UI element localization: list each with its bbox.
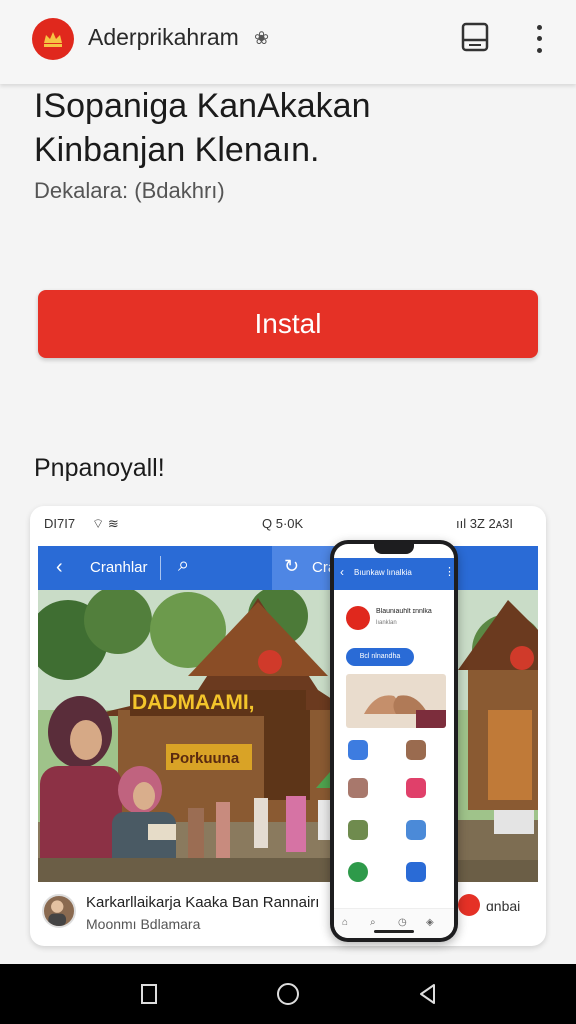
device-icon[interactable] [458,20,492,56]
phone-grid-icon-8 [406,862,426,882]
phone-notch [374,544,414,554]
crown-icon [44,32,62,47]
phone-more-icon: ⋮ [444,566,454,578]
system-nav-bar [0,964,576,1024]
phone-home-indicator [374,930,414,933]
screenshot-nav-label[interactable]: Cranhlar [90,559,148,576]
phone-back-icon: ‹ [340,565,344,579]
phone-app-logo [346,606,370,630]
screenshot-nav-bar: ‹ Cranhlar ⌕ ↻ Crac [38,546,538,590]
search-icon[interactable]: ⌕ [178,554,189,577]
phone-grid-icon-6 [406,820,426,840]
phone-grid-icon-7 [348,862,368,882]
phone-nav-bar: ‹ Bıunkaw lınalkia ⋮ [334,558,454,590]
paw-icon: ❀ [254,28,270,48]
scene-sign-sub: Porkuuna [170,750,240,767]
more-options-icon[interactable] [528,22,550,56]
phone-app-sub: lıanklan [376,620,397,626]
screenshot-card[interactable]: DI7I7 ⌔ ≋ Q 5·0K ııl 3Z 2ᴀ3I ‹ Cranhlar … [30,506,546,946]
phone-home-icon: ⌂ [342,917,349,928]
refresh-icon: ↻ [284,556,300,576]
caption-title: Karkarllaikarja Kaaka Ban Rannairı [86,894,320,911]
status-left: DI7I7 [44,516,76,531]
phone-grid-icon-5 [348,820,368,840]
phone-grid-icon-1 [348,740,368,760]
back-nav-icon[interactable] [414,980,442,1008]
developer-label: Dekalara: (Bdakhrı) [34,178,225,203]
status-mid: Q 5·0K [262,516,304,531]
phone-search-icon: ⌕ [370,917,376,928]
phone-grid-icon-4 [406,778,426,798]
phone-mockup: ‹ Bıunkaw lınalkia ⋮ Blauniauhlt ɪnnlka … [330,540,458,942]
app-name-line-1: ISopaniga KanAkakan [34,87,371,125]
wifi-icon: ⌔ ≋ [92,516,119,531]
caption-subtitle: Moonmı Bdlamara [86,916,201,932]
phone-grid-icon-2 [406,740,426,760]
phone-clock-icon: ◷ [398,917,407,928]
status-right: ııl 3Z 2ᴀ3I [456,516,514,531]
install-button[interactable]: Instal [38,290,538,358]
phone-grid-icon-3 [348,778,368,798]
home-icon[interactable] [274,980,302,1008]
caption-extra: ɑnbai [486,898,521,914]
app-name-line-2: Kinbanjan Klenaın. [34,131,320,169]
nav-divider [160,556,161,580]
phone-tab-bar: ⌂ ⌕ ◷ ◈ [334,908,454,938]
section-title: Pnpanoyall! [34,454,165,482]
phone-screen: ‹ Bıunkaw lınalkia ⋮ Blauniauhlt ɪnnlka … [334,544,454,938]
app-bar-title: Aderprikahram [88,24,239,50]
phone-app-name: Blauniauhlt ɪnnlka [376,608,432,615]
caption-badge [458,894,480,916]
phone-pill-button: Bcl nlnandha [346,648,414,666]
phone-shield-icon: ◈ [426,917,434,928]
back-icon[interactable]: ‹ [56,556,63,579]
app-logo[interactable] [32,18,74,60]
recents-icon[interactable] [134,980,162,1008]
app-name: ISopaniga KanAkakan Kinbanjan Klenaın. [34,84,554,172]
avatar [42,894,76,928]
screenshot-scene-image: DADMAAMI, Porkuuna [38,590,538,882]
app-bar: Aderprikahram ❀ [0,0,576,84]
scene-sign-main: DADMAAMI, [132,691,254,714]
phone-header: Bıunkaw lınalkia [354,568,412,577]
phone-hands-photo [346,674,446,728]
